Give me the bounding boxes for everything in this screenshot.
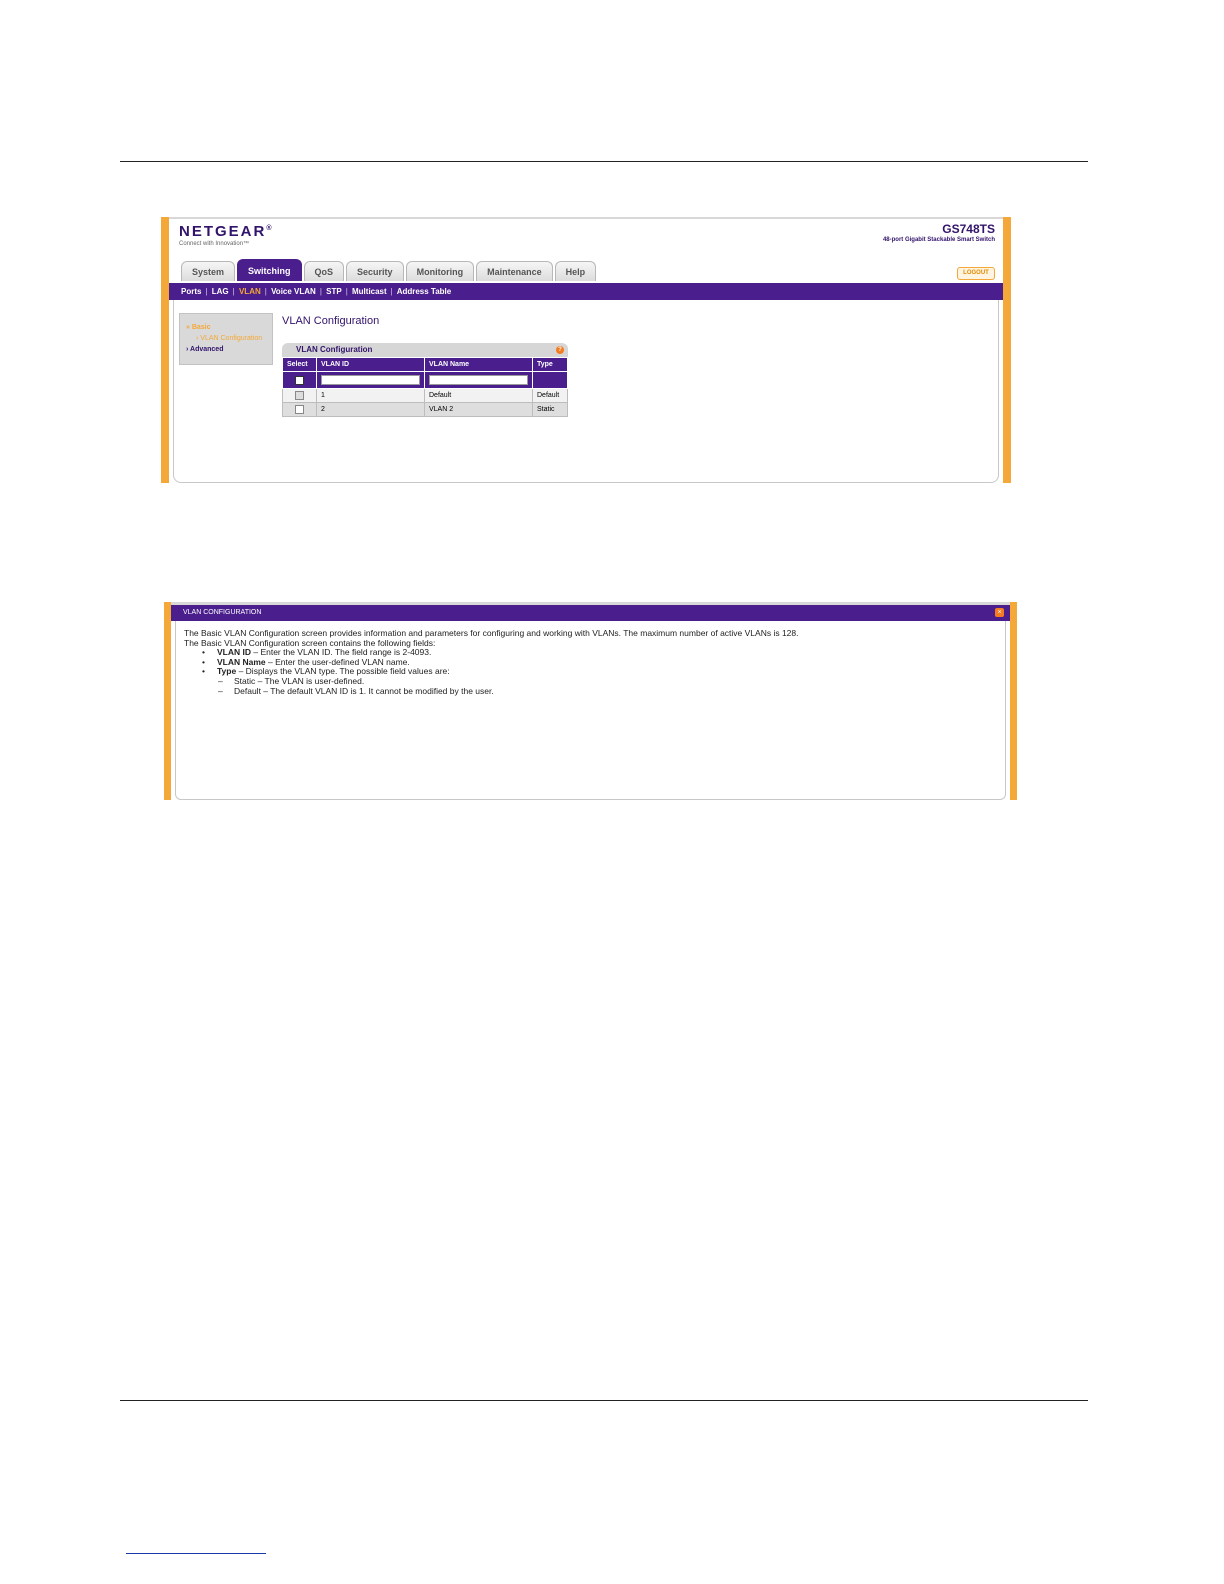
- sidebar-menu: » Basic › VLAN Configuration › Advanced: [179, 313, 273, 365]
- select-all-checkbox[interactable]: [295, 375, 304, 385]
- tab-maintenance[interactable]: Maintenance: [476, 261, 553, 281]
- panel-title: VLAN Configuration: [296, 345, 373, 354]
- subnav-multicast[interactable]: Multicast: [352, 287, 387, 296]
- field-desc: – Enter the VLAN ID. The field range is …: [251, 647, 432, 658]
- tab-security[interactable]: Security: [346, 261, 404, 281]
- window-top-border: [169, 217, 1003, 219]
- page-title: VLAN Configuration: [282, 315, 380, 327]
- vlan-name-cell: VLAN 2: [424, 402, 533, 417]
- subnav-stp[interactable]: STP: [326, 287, 342, 296]
- subnav-lag[interactable]: LAG: [212, 287, 229, 296]
- bottom-rule: [120, 1400, 1088, 1401]
- vlan-name-input[interactable]: [429, 375, 528, 385]
- close-icon[interactable]: ×: [995, 608, 1004, 617]
- help-body: The Basic VLAN Configuration screen prov…: [175, 621, 1006, 800]
- tab-system[interactable]: System: [181, 261, 236, 281]
- field-term: Type: [217, 666, 237, 677]
- field-term: VLAN Name: [217, 656, 266, 667]
- vlan-id-input[interactable]: [321, 375, 420, 385]
- subnav-vlan[interactable]: VLAN: [239, 287, 261, 296]
- help-header: VLAN CONFIGURATION ×: [171, 605, 1010, 621]
- table-row: 2 VLAN 2 Static: [282, 402, 568, 417]
- subnav-address-table[interactable]: Address Table: [397, 287, 452, 296]
- sidebar-item-vlan-configuration[interactable]: › VLAN Configuration: [196, 335, 272, 342]
- main-tabs: System Switching QoS Security Monitoring…: [181, 259, 597, 281]
- model-description: 48-port Gigabit Stackable Smart Switch: [882, 237, 995, 243]
- vlan-id-cell: 2: [316, 402, 425, 417]
- tab-qos[interactable]: QoS: [303, 261, 345, 281]
- panel-header: VLAN Configuration ?: [282, 343, 568, 357]
- field-desc: – Enter the user-defined VLAN name.: [265, 656, 410, 667]
- table-row: 1 Default Default: [282, 388, 568, 403]
- vlan-id-cell: 1: [316, 388, 425, 403]
- help-title: VLAN CONFIGURATION: [183, 609, 262, 616]
- footer-link-underline: [126, 1553, 266, 1554]
- logout-button[interactable]: LOGOUT: [957, 267, 995, 280]
- column-header-type: Type: [532, 357, 568, 372]
- logo-text: NETGEAR: [179, 223, 267, 240]
- model-info: GS748TS 48-port Gigabit Stackable Smart …: [883, 222, 995, 243]
- vlan-name-cell: Default: [424, 388, 533, 403]
- column-header-vlan-name: VLAN Name: [424, 357, 533, 372]
- vlan-config-screenshot: NETGEAR® Connect with Innovation™ GS748T…: [161, 217, 1011, 483]
- subnav-voice-vlan[interactable]: Voice VLAN: [271, 287, 316, 296]
- vlan-type-cell: Default: [532, 388, 568, 403]
- sidebar-item-advanced[interactable]: › Advanced: [186, 346, 272, 353]
- row-checkbox[interactable]: [295, 391, 304, 400]
- registered-mark: ®: [266, 225, 274, 232]
- logo-tagline: Connect with Innovation™: [179, 241, 250, 247]
- tab-monitoring[interactable]: Monitoring: [405, 261, 475, 281]
- column-header-select: Select: [282, 357, 317, 372]
- netgear-logo: NETGEAR® Connect with Innovation™: [179, 223, 274, 247]
- help-screenshot: VLAN CONFIGURATION × The Basic VLAN Conf…: [164, 602, 1017, 800]
- table-edit-row: [282, 371, 568, 389]
- column-header-vlan-id: VLAN ID: [316, 357, 425, 372]
- field-desc: – Displays the VLAN type. The possible f…: [236, 666, 450, 677]
- sub-navigation: Ports | LAG | VLAN | Voice VLAN | STP | Multi…: [169, 283, 1003, 300]
- model-name: GS748TS: [942, 222, 995, 236]
- help-icon[interactable]: ?: [556, 346, 564, 354]
- sidebar-item-basic[interactable]: » Basic: [186, 324, 272, 331]
- row-checkbox[interactable]: [295, 405, 304, 414]
- tab-help[interactable]: Help: [554, 261, 597, 281]
- tab-switching[interactable]: Switching: [237, 259, 302, 281]
- vlan-type-cell: Static: [532, 402, 568, 417]
- list-subitem: – Default – The default VLAN ID is 1. It …: [218, 685, 494, 696]
- table-header-row: Select VLAN ID VLAN Name Type: [282, 357, 568, 372]
- top-rule: [120, 161, 1088, 162]
- field-term: VLAN ID: [217, 647, 251, 658]
- vlan-config-panel: VLAN Configuration ? Select VLAN ID VLAN…: [282, 343, 568, 417]
- type-cell-empty: [532, 371, 568, 389]
- vlan-table: Select VLAN ID VLAN Name Type 1 Default …: [282, 357, 568, 417]
- subnav-ports[interactable]: Ports: [181, 287, 201, 296]
